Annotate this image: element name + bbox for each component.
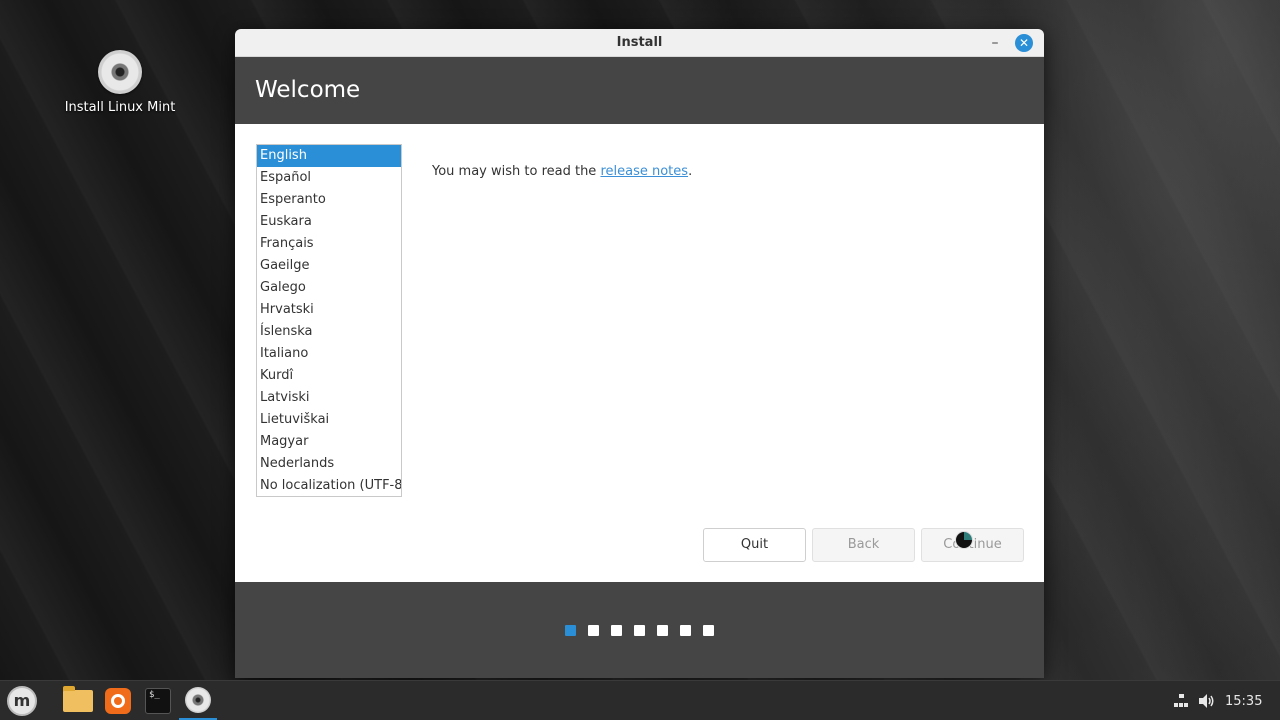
back-button[interactable]: Back xyxy=(812,528,915,562)
language-option[interactable]: Galego xyxy=(257,277,401,299)
welcome-content: English Español Esperanto Euskara Français Ga… xyxy=(235,124,1044,582)
language-option[interactable]: Hrvatski xyxy=(257,299,401,321)
step-progress xyxy=(565,625,714,636)
language-option[interactable]: Íslenska xyxy=(257,321,401,343)
release-notes-link[interactable]: release notes xyxy=(600,164,688,179)
volume-icon xyxy=(1199,694,1214,708)
terminal-icon: $_ xyxy=(145,688,171,714)
language-option[interactable]: Nederlands xyxy=(257,453,401,475)
page-title: Welcome xyxy=(255,77,361,103)
network-button[interactable] xyxy=(1174,681,1188,720)
minimize-icon[interactable]: – xyxy=(987,35,1003,51)
terminal-launcher[interactable]: $_ xyxy=(139,681,177,720)
language-option[interactable]: Lietuviškai xyxy=(257,409,401,431)
desktop-icon-label: Install Linux Mint xyxy=(64,100,176,115)
page-header: Welcome xyxy=(235,57,1044,124)
folder-icon xyxy=(63,686,93,712)
progress-step-dot xyxy=(565,625,576,636)
release-notes-suffix: . xyxy=(688,164,693,179)
firefox-icon xyxy=(105,688,131,714)
close-icon[interactable]: ✕ xyxy=(1015,34,1033,52)
taskbar: m $_ 15:35 xyxy=(0,680,1280,720)
language-option[interactable]: Français xyxy=(257,233,401,255)
files-launcher[interactable] xyxy=(59,681,97,720)
release-notes-text: You may wish to read the release notes. xyxy=(432,164,692,179)
language-option[interactable]: Gaeilge xyxy=(257,255,401,277)
language-option[interactable]: English xyxy=(257,145,401,167)
language-option[interactable]: Euskara xyxy=(257,211,401,233)
language-option[interactable]: Español xyxy=(257,167,401,189)
progress-step-dot xyxy=(634,625,645,636)
release-notes-prefix: You may wish to read the xyxy=(432,164,601,179)
mint-menu-icon: m xyxy=(7,686,37,716)
language-list[interactable]: English Español Esperanto Euskara Français Ga… xyxy=(256,144,402,497)
busy-cursor-icon xyxy=(955,531,973,549)
language-option[interactable]: No localization (UTF-8) xyxy=(257,475,401,496)
network-icon xyxy=(1174,694,1188,708)
clock[interactable]: 15:35 xyxy=(1225,681,1262,720)
continue-button[interactable]: Continue xyxy=(921,528,1024,562)
install-linux-mint-desktop-icon[interactable]: Install Linux Mint xyxy=(60,50,180,115)
language-option[interactable]: Kurdî xyxy=(257,365,401,387)
language-option[interactable]: Italiano xyxy=(257,343,401,365)
progress-step-dot xyxy=(588,625,599,636)
window-titlebar[interactable]: Install – ✕ xyxy=(235,29,1044,57)
installer-window: Install – ✕ Welcome English Español Espera… xyxy=(235,29,1044,678)
disc-icon xyxy=(98,50,142,94)
progress-step-dot xyxy=(703,625,714,636)
progress-step-dot xyxy=(657,625,668,636)
language-option[interactable]: Esperanto xyxy=(257,189,401,211)
language-option[interactable]: Latviski xyxy=(257,387,401,409)
quit-button[interactable]: Quit xyxy=(703,528,806,562)
menu-button[interactable]: m xyxy=(3,681,41,720)
firefox-launcher[interactable] xyxy=(99,681,137,720)
progress-step-dot xyxy=(680,625,691,636)
installer-taskbar-item[interactable] xyxy=(179,681,217,720)
window-title: Install xyxy=(616,35,663,50)
disc-icon xyxy=(185,686,211,713)
language-option[interactable]: Magyar xyxy=(257,431,401,453)
installer-footer xyxy=(235,582,1044,678)
progress-step-dot xyxy=(611,625,622,636)
volume-button[interactable] xyxy=(1198,681,1216,720)
